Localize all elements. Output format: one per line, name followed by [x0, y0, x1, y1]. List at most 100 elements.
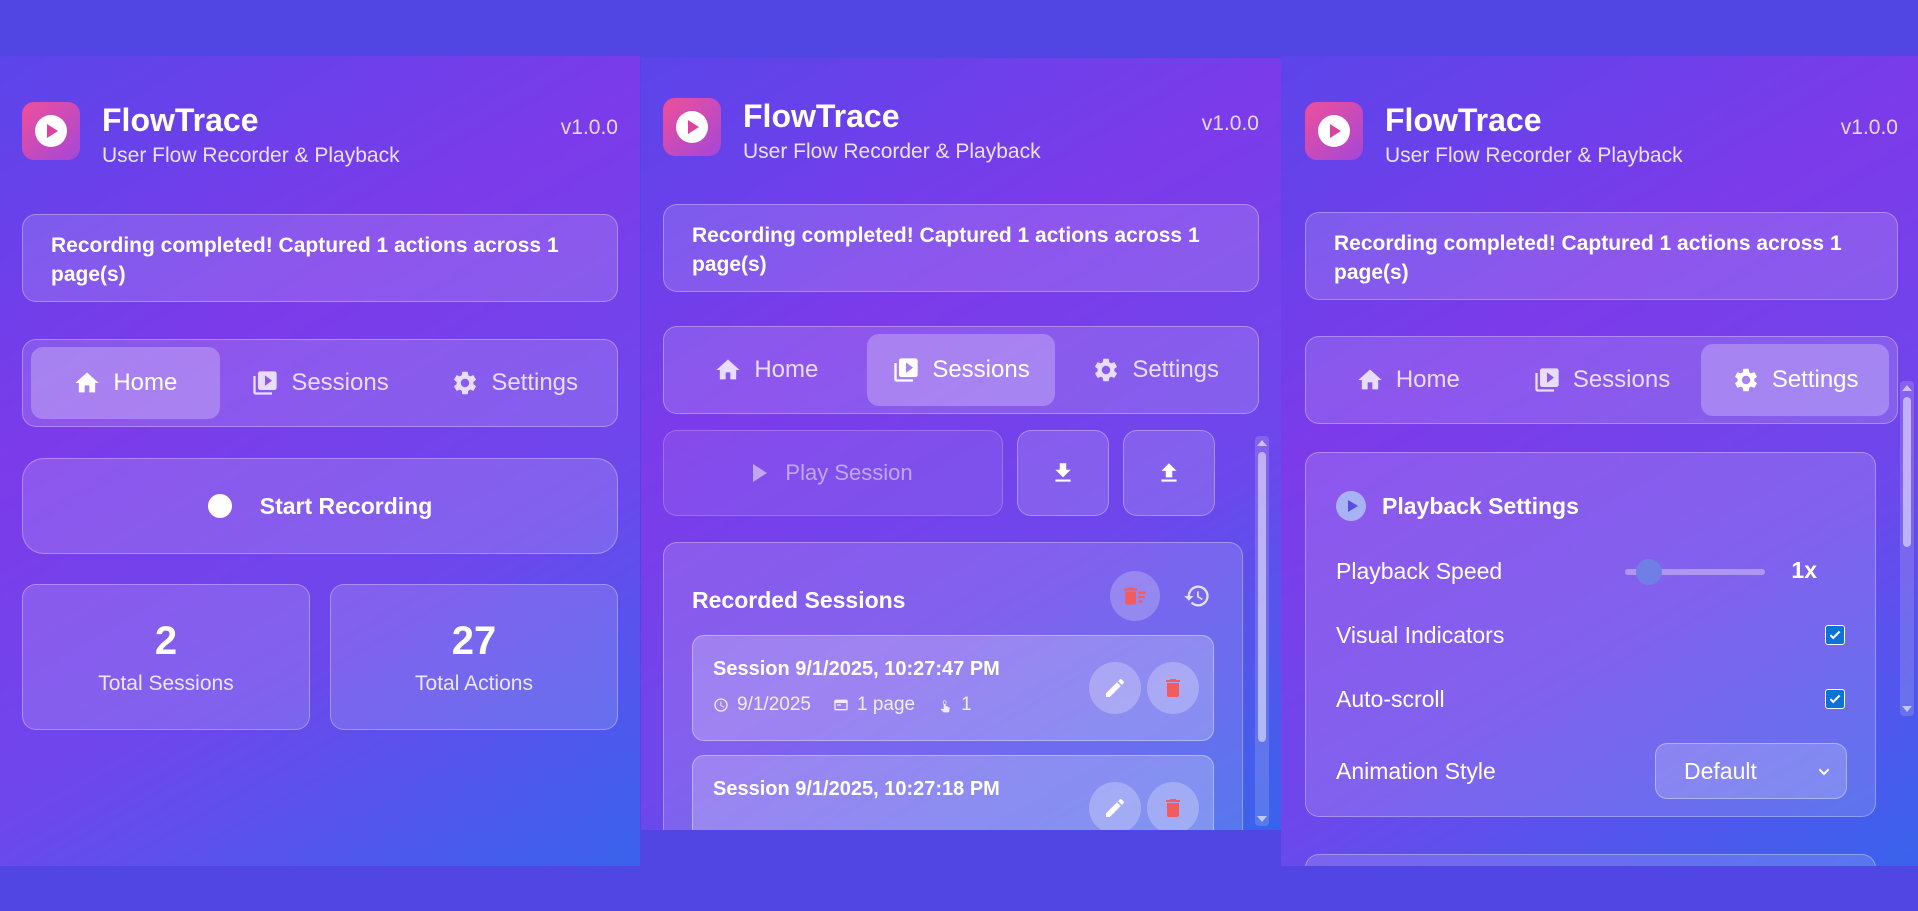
video-library-icon [894, 358, 918, 382]
trash-icon [1166, 799, 1180, 817]
tab-sessions-label: Sessions [1572, 366, 1671, 393]
download-icon [1055, 463, 1071, 482]
tab-home[interactable]: Home [31, 347, 220, 419]
tab-sessions[interactable]: Sessions [1508, 344, 1696, 416]
checkmark-icon [1829, 694, 1841, 704]
panel-home: FlowTrace User Flow Recorder & Playback … [0, 56, 640, 866]
app-header: FlowTrace User Flow Recorder & Playback … [663, 98, 1259, 168]
edit-session-button[interactable] [1089, 782, 1141, 830]
tab-settings[interactable]: Settings [1061, 334, 1250, 406]
scroll-thumb[interactable] [1258, 452, 1266, 742]
app-version: v1.0.0 [1201, 112, 1259, 135]
next-settings-card [1305, 854, 1876, 866]
tab-sessions[interactable]: Sessions [226, 347, 415, 419]
start-recording-label: Start Recording [259, 492, 433, 519]
setting-visual-indicators: Visual Indicators [1336, 615, 1847, 655]
scroll-up-icon[interactable] [1257, 440, 1267, 446]
setting-auto-scroll: Auto-scroll [1336, 679, 1847, 719]
stat-total-sessions: 2 Total Sessions [22, 584, 310, 730]
stat-sessions-value: 2 [154, 618, 178, 663]
edit-session-button[interactable] [1089, 662, 1141, 714]
scrollbar[interactable] [1900, 381, 1914, 716]
tab-sessions[interactable]: Sessions [866, 334, 1056, 406]
home-icon [75, 372, 99, 393]
video-library-icon [253, 371, 277, 395]
tab-bar: Home Sessions Settings [22, 339, 618, 427]
playback-settings-label: Playback Settings [1382, 492, 1579, 519]
setting-animation-style: Animation Style Default [1336, 743, 1847, 799]
play-icon [1330, 124, 1341, 138]
tab-sessions-label: Sessions [291, 369, 389, 396]
tab-home-label: Home [754, 356, 819, 383]
download-button[interactable] [1017, 430, 1109, 516]
app-subtitle: User Flow Recorder & Playback [1385, 144, 1683, 167]
clear-all-button[interactable] [1110, 571, 1160, 621]
tab-settings[interactable]: Settings [420, 347, 609, 419]
session-name: Session 9/1/2025, 10:27:47 PM [713, 658, 1000, 680]
tab-sessions-label: Sessions [932, 356, 1030, 383]
session-date: 9/1/2025 [737, 694, 811, 715]
session-item[interactable]: Session 9/1/2025, 10:27:18 PM [692, 755, 1214, 830]
delete-session-button[interactable] [1147, 782, 1199, 830]
chevron-down-icon [1818, 768, 1830, 776]
app-title: FlowTrace [743, 98, 900, 134]
animation-style-select[interactable]: Default [1655, 743, 1847, 799]
logo [22, 102, 80, 160]
playback-speed-slider[interactable] [1625, 559, 1765, 585]
video-library-icon [1535, 368, 1559, 392]
visual-indicators-label: Visual Indicators [1336, 621, 1505, 648]
delete-session-button[interactable] [1147, 662, 1199, 714]
logo [1305, 102, 1363, 160]
play-icon [753, 464, 768, 482]
scroll-up-icon[interactable] [1902, 385, 1912, 391]
tab-home[interactable]: Home [1314, 344, 1502, 416]
scrollbar[interactable] [1255, 436, 1269, 826]
auto-scroll-label: Auto-scroll [1336, 685, 1445, 712]
start-recording-button[interactable]: Start Recording [22, 458, 618, 554]
visual-indicators-checkbox[interactable] [1825, 625, 1845, 645]
playback-settings-title: Playback Settings [1336, 491, 1579, 521]
record-dot-icon [207, 494, 232, 518]
setting-playback-speed: Playback Speed 1x [1336, 551, 1847, 591]
pencil-icon [1106, 678, 1125, 697]
panel-sessions: FlowTrace User Flow Recorder & Playback … [641, 58, 1281, 830]
session-actions-count: 1 [961, 694, 972, 715]
play-session-label: Play Session [785, 460, 913, 485]
tab-home[interactable]: Home [672, 334, 861, 406]
upload-button[interactable] [1123, 430, 1215, 516]
app-title: FlowTrace [102, 102, 259, 138]
stat-sessions-label: Total Sessions [98, 671, 234, 695]
status-banner: Recording completed! Captured 1 actions … [663, 204, 1259, 292]
slider-thumb[interactable] [1636, 559, 1663, 585]
session-item[interactable]: Session 9/1/2025, 10:27:47 PM 9/1/2025 1… [692, 635, 1214, 741]
app-header: FlowTrace User Flow Recorder & Playback … [22, 102, 618, 172]
scroll-thumb[interactable] [1903, 397, 1911, 547]
page-icon [834, 699, 848, 711]
playback-speed-label: Playback Speed [1336, 557, 1503, 584]
status-banner: Recording completed! Captured 1 actions … [1305, 212, 1898, 300]
recorded-sessions-title: Recorded Sessions [692, 587, 906, 613]
app-title: FlowTrace [1385, 102, 1542, 138]
tab-bar: Home Sessions Settings [1305, 336, 1898, 424]
history-button[interactable] [1172, 571, 1222, 621]
logo [663, 98, 721, 156]
scroll-down-icon[interactable] [1257, 816, 1267, 822]
stat-actions-value: 27 [451, 618, 497, 663]
animation-style-label: Animation Style [1336, 757, 1496, 784]
tab-settings[interactable]: Settings [1701, 344, 1890, 416]
playback-speed-value: 1x [1791, 557, 1817, 583]
auto-scroll-checkbox[interactable] [1825, 689, 1845, 709]
play-session-button[interactable]: Play Session [663, 430, 1003, 516]
app-header: FlowTrace User Flow Recorder & Playback … [1305, 102, 1898, 172]
play-icon [47, 124, 58, 138]
stat-actions-label: Total Actions [415, 671, 533, 695]
tab-home-label: Home [113, 369, 178, 396]
history-icon [1184, 585, 1209, 607]
session-name: Session 9/1/2025, 10:27:18 PM [713, 778, 1000, 800]
animation-style-value: Default [1684, 757, 1757, 784]
scroll-down-icon[interactable] [1902, 706, 1912, 712]
playback-settings-card: Playback Settings Playback Speed 1x Visu… [1305, 452, 1876, 817]
app-subtitle: User Flow Recorder & Playback [743, 140, 1041, 163]
app-subtitle: User Flow Recorder & Playback [102, 144, 400, 167]
recorded-sessions-card: Recorded Sessions Session 9/1/2025, 10:2… [663, 542, 1243, 830]
